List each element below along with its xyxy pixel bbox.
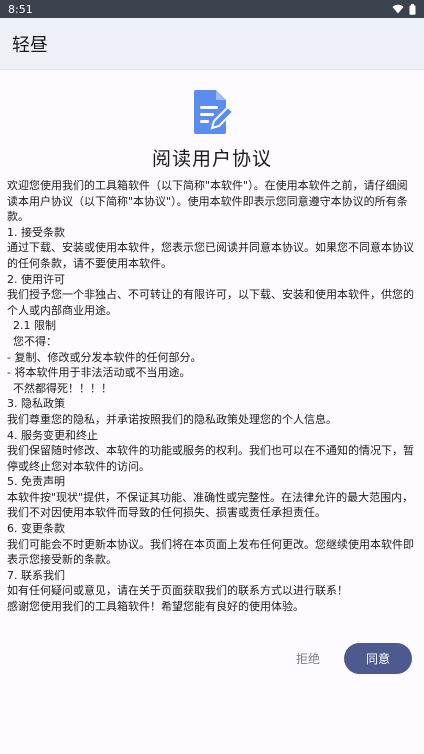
section-text-accept: 通过下载、安装或使用本软件，您表示您已阅读并同意本协议。如果您不同意本协议的任何… (7, 241, 414, 270)
section-text-license: 我们授予您一个非独占、不可转让的有限许可，以下载、安装和使用本软件，供您的个人或… (7, 288, 414, 317)
section-text-terms-changes: 我们可能会不时更新本协议。我们将在本页面上发布任何更改。您继续使用本软件即表示您… (7, 537, 414, 567)
dialog-actions: 拒绝 同意 (0, 642, 424, 674)
section-heading-accept: 1. 接受条款 (7, 225, 65, 239)
restriction-item: - 复制、修改或分发本软件的任何部分。 (7, 350, 202, 364)
agreement-title: 阅读用户协议 (151, 148, 272, 170)
agreement-content[interactable]: 阅读用户协议 欢迎您使用我们的工具箱软件（以下简称"本软件"）。在使用本软件之前… (0, 88, 424, 615)
wifi-icon (392, 4, 404, 14)
agreement-icon-wrap (7, 88, 417, 136)
agree-button[interactable]: 同意 (344, 642, 412, 674)
document-edit-icon (194, 90, 234, 134)
agreement-body: 欢迎您使用我们的工具箱软件（以下简称"本软件"）。在使用本软件之前，请仔细阅读本… (7, 178, 417, 615)
status-bar: 8:51 (0, 0, 424, 18)
restrictions-note: 不然都得死！！！！ (13, 381, 112, 395)
restriction-item: - 将本软件用于非法活动或不当用途。 (7, 366, 191, 380)
app-title: 轻昼 (12, 34, 48, 56)
section-text-privacy: 我们尊重您的隐私，并承诺按照我们的隐私政策处理您的个人信息。 (7, 412, 337, 426)
section-text-changes: 我们保留随时修改、本软件的功能或服务的权利。我们也可以在不通知的情况下，暂停或终… (7, 444, 414, 473)
restrictions-intro: 您不得： (13, 334, 57, 348)
section-heading-contact: 7. 联系我们 (7, 568, 65, 582)
status-icons (392, 3, 416, 15)
section-heading-changes: 4. 服务变更和终止 (7, 428, 98, 442)
subsection-heading-restrictions: 2.1 限制 (13, 319, 56, 333)
reject-button[interactable]: 拒绝 (292, 650, 324, 667)
status-time: 8:51 (8, 2, 33, 16)
app-bar: 轻昼 (0, 18, 424, 70)
section-text-contact: 如有任何疑问或意见，请在关于页面获取我们的联系方式以进行联系！ (7, 584, 348, 598)
section-heading-disclaimer: 5. 免责声明 (7, 475, 65, 489)
section-heading-privacy: 3. 隐私政策 (7, 397, 65, 411)
agreement-intro: 欢迎您使用我们的工具箱软件（以下简称"本软件"）。在使用本软件之前，请仔细阅读本… (7, 179, 408, 224)
section-heading-terms-changes: 6. 变更条款 (7, 522, 65, 536)
battery-icon (409, 3, 416, 15)
section-heading-license: 2. 使用许可 (7, 272, 65, 286)
section-text-disclaimer: 本软件按"现状"提供，不保证其功能、准确性或完整性。在法律允许的最大范围内，我们… (7, 490, 414, 520)
agreement-thanks: 感谢您使用我们的工具箱软件！希望您能有良好的使用体验。 (7, 600, 304, 614)
